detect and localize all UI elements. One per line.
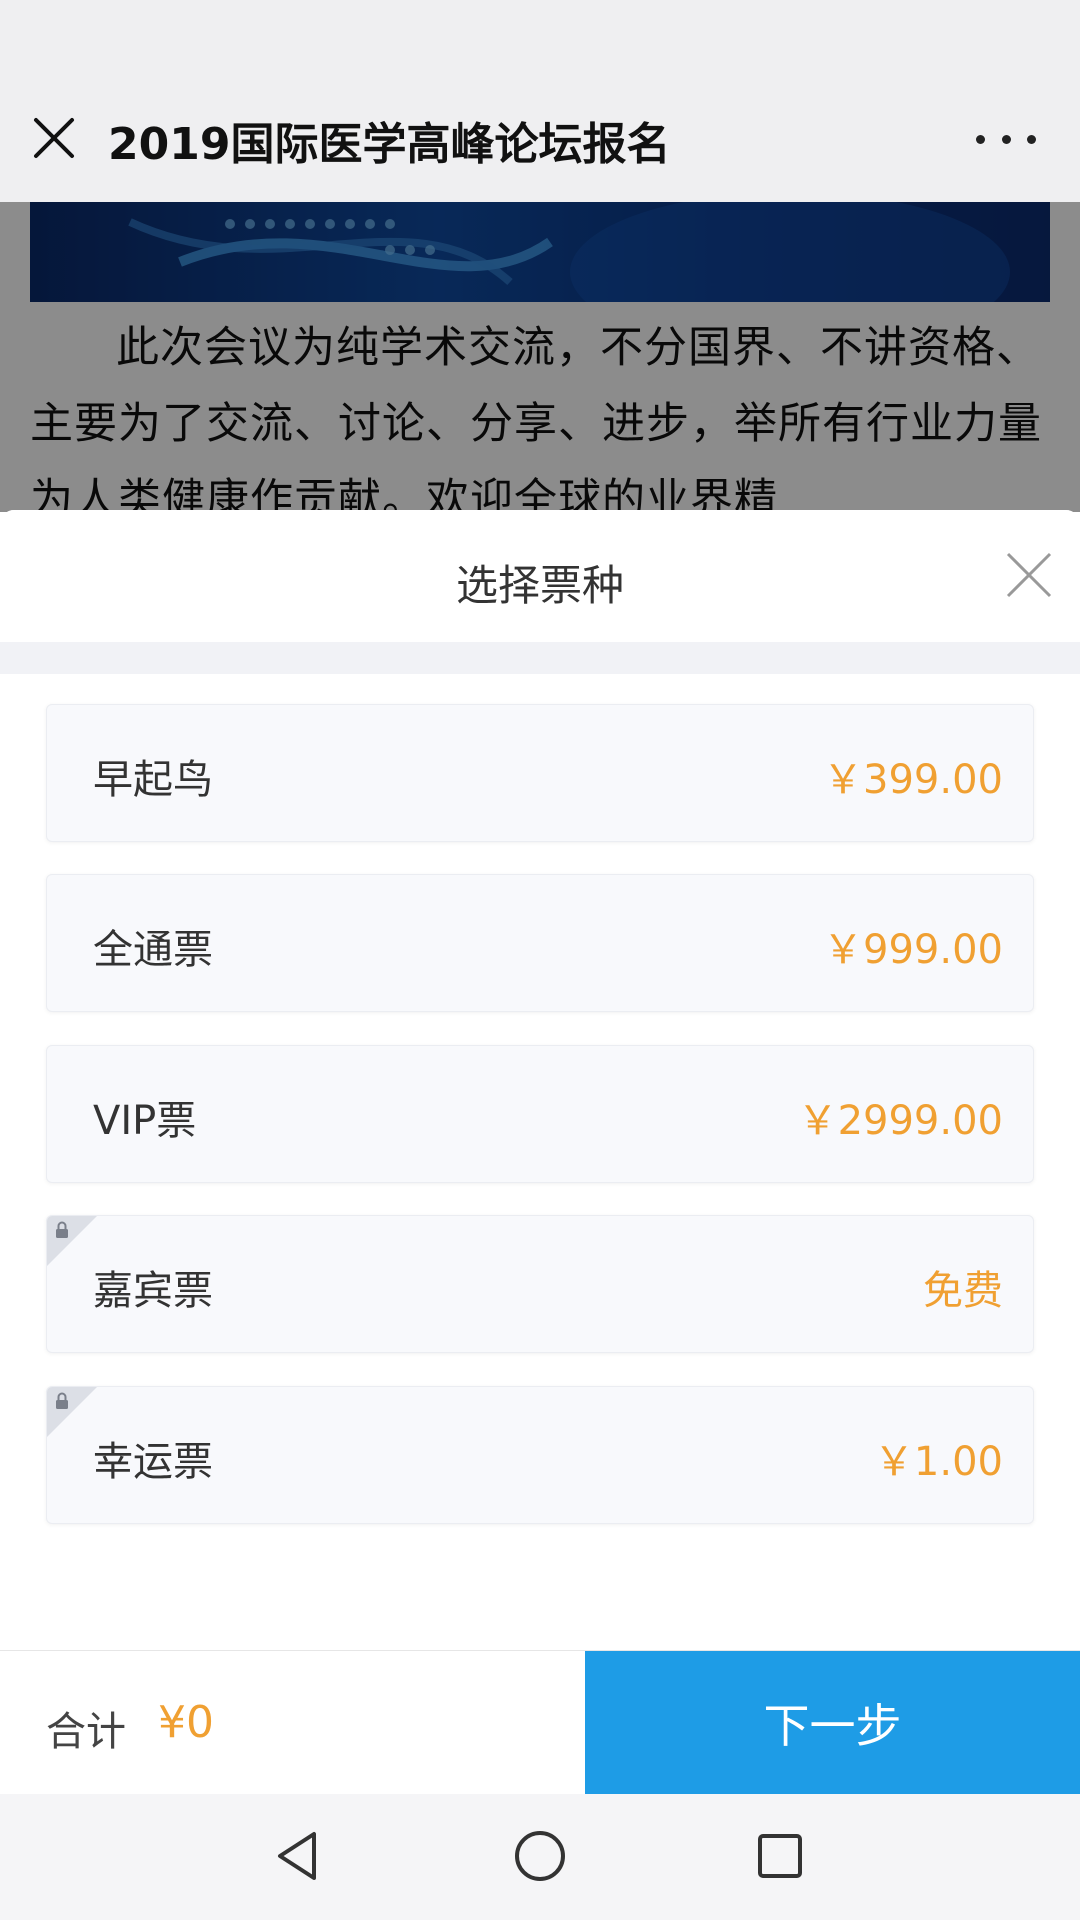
close-icon[interactable] bbox=[32, 116, 76, 160]
home-circle-icon[interactable] bbox=[508, 1824, 572, 1888]
checkout-bar: 合计 ¥0 下一步 bbox=[0, 1650, 1080, 1795]
modal-overlay[interactable] bbox=[0, 202, 1080, 512]
more-dots-icon[interactable] bbox=[976, 132, 1036, 146]
ticket-price: ￥999.00 bbox=[823, 927, 1003, 973]
ticket-price: ￥2999.00 bbox=[797, 1098, 1003, 1144]
page-title: 2019国际医学高峰论坛报名 bbox=[108, 119, 671, 170]
ticket-option[interactable]: VIP票 ￥2999.00 bbox=[46, 1045, 1034, 1183]
ticket-price: ￥399.00 bbox=[823, 757, 1003, 803]
ticket-name: VIP票 bbox=[93, 1098, 197, 1144]
title-bar: 2019国际医学高峰论坛报名 bbox=[0, 0, 1080, 202]
ticket-option[interactable]: 幸运票 ￥1.00 bbox=[46, 1386, 1034, 1524]
close-icon[interactable] bbox=[1004, 550, 1054, 600]
lock-icon bbox=[47, 1387, 97, 1437]
ticket-selection-sheet: 选择票种 早起鸟 ￥399.00 全通票 ￥999.00 VIP票 ￥2999.… bbox=[0, 510, 1080, 1650]
ticket-name: 嘉宾票 bbox=[93, 1268, 213, 1314]
ticket-option[interactable]: 嘉宾票 免费 bbox=[46, 1215, 1034, 1353]
system-nav-bar bbox=[0, 1794, 1080, 1920]
ticket-name: 全通票 bbox=[93, 927, 213, 973]
total-label: 合计 bbox=[46, 1709, 126, 1755]
lock-icon bbox=[47, 1216, 97, 1266]
next-step-button[interactable]: 下一步 bbox=[585, 1651, 1080, 1795]
back-triangle-icon[interactable] bbox=[268, 1824, 332, 1888]
recents-square-icon[interactable] bbox=[748, 1824, 812, 1888]
ticket-price: 免费 bbox=[923, 1268, 1003, 1314]
ticket-price: ￥1.00 bbox=[873, 1439, 1003, 1485]
ticket-name: 幸运票 bbox=[93, 1439, 213, 1485]
ticket-option[interactable]: 全通票 ￥999.00 bbox=[46, 874, 1034, 1012]
ticket-option[interactable]: 早起鸟 ￥399.00 bbox=[46, 704, 1034, 842]
sheet-title: 选择票种 bbox=[455, 561, 624, 610]
ticket-name: 早起鸟 bbox=[93, 757, 213, 803]
sheet-header: 选择票种 bbox=[0, 510, 1080, 642]
divider bbox=[0, 642, 1080, 674]
total-value: ¥0 bbox=[158, 1697, 214, 1748]
